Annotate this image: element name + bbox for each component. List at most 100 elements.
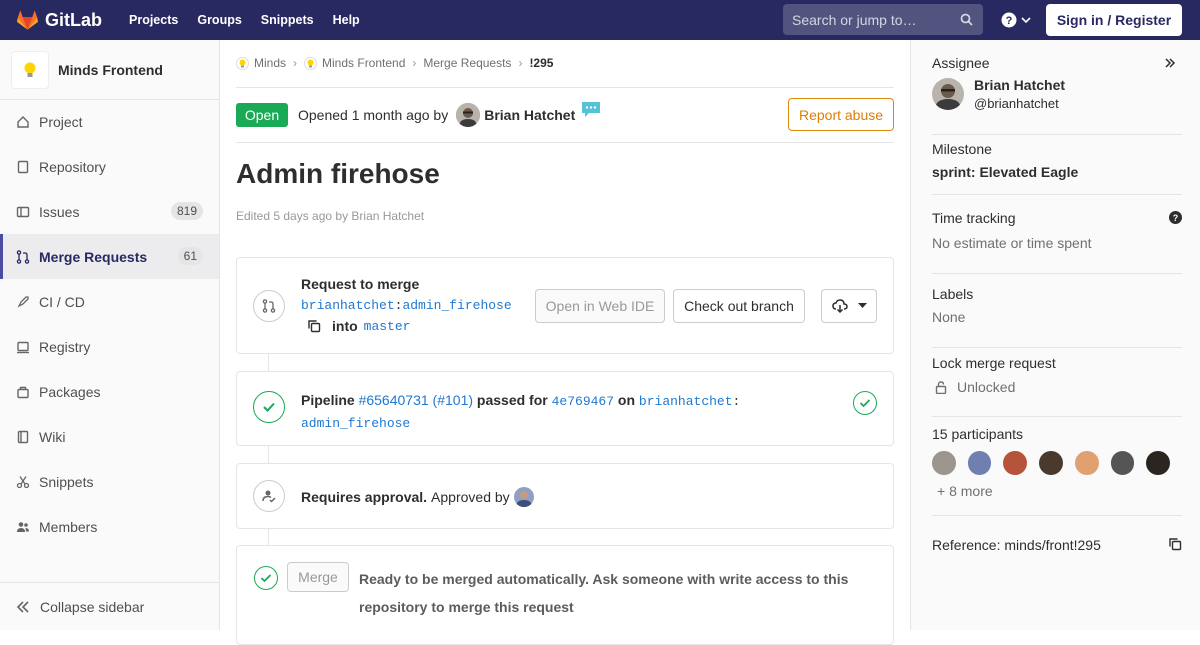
pipeline-id-link[interactable]: #65640731	[359, 392, 429, 408]
sidebar-item-merge-requests[interactable]: Merge Requests 61	[0, 234, 219, 279]
milestone-title: Milestone	[932, 141, 992, 157]
participants-list	[932, 451, 1182, 475]
breadcrumb-minds[interactable]: Minds	[254, 56, 286, 70]
sign-in-button[interactable]: Sign in / Register	[1046, 4, 1182, 36]
help-dropdown[interactable]: ?	[1001, 12, 1031, 28]
caret-down-icon	[857, 303, 867, 308]
request-heading: Request to merge	[301, 276, 420, 292]
search-input[interactable]: Search or jump to…	[783, 4, 983, 35]
sidebar-item-label: Project	[39, 113, 83, 130]
participant-avatar[interactable]	[967, 451, 992, 475]
home-icon	[16, 115, 30, 129]
right-sidebar: Assignee Brian Hatchet @brianhatchet Mil…	[910, 40, 1200, 630]
assignee-avatar[interactable]	[932, 78, 964, 110]
lock-title: Lock merge request	[932, 355, 1056, 371]
sidebar-item-label: Snippets	[39, 473, 94, 490]
sidebar-item-project[interactable]: Project	[0, 99, 219, 144]
merge-widget: Merge Ready to be merged automatically. …	[236, 545, 894, 645]
approver-avatar[interactable]	[513, 487, 534, 507]
participant-avatar[interactable]	[1146, 451, 1171, 475]
milestone-value[interactable]: sprint: Elevated Eagle	[932, 164, 1182, 180]
book-icon	[16, 430, 30, 444]
sidebar-item-ci-cd[interactable]: CI / CD	[0, 279, 219, 324]
project-avatar	[11, 50, 49, 89]
project-header[interactable]: Minds Frontend	[0, 40, 219, 100]
status-badge: Open	[236, 103, 288, 127]
pipeline-branch-user-link[interactable]: brianhatchet	[639, 394, 733, 409]
lock-value: Unlocked	[957, 379, 1016, 395]
gitlab-logo[interactable]: GitLab	[16, 9, 102, 31]
timeline-connector	[268, 446, 269, 463]
sidebar-item-packages[interactable]: Packages	[0, 369, 219, 414]
sidebar-item-label: Repository	[39, 158, 106, 175]
sidebar-item-issues[interactable]: Issues 819	[0, 189, 219, 234]
question-icon[interactable]: ?	[1169, 211, 1182, 224]
nav-groups[interactable]: Groups	[197, 13, 241, 27]
into-label: into	[332, 318, 358, 334]
sidebar-item-wiki[interactable]: Wiki	[0, 414, 219, 459]
divider	[236, 87, 894, 88]
open-web-ide-button[interactable]: Open in Web IDE	[535, 289, 665, 323]
status-success-icon[interactable]	[253, 391, 285, 423]
more-participants-link[interactable]: + 8 more	[937, 483, 1182, 499]
merge-button[interactable]: Merge	[287, 562, 349, 592]
timeline-connector	[268, 529, 269, 545]
pipeline-widget: Pipeline #65640731 (#101) passed for 4e7…	[236, 371, 894, 446]
search-placeholder: Search or jump to…	[792, 11, 917, 28]
report-abuse-button[interactable]: Report abuse	[788, 98, 894, 131]
time-tracking-section: Time tracking ? No estimate or time spen…	[932, 210, 1182, 274]
sidebar-item-members[interactable]: Members	[0, 504, 219, 549]
nav-help[interactable]: Help	[333, 13, 360, 27]
sidebar-item-label: CI / CD	[39, 293, 85, 310]
sidebar-item-label: Packages	[39, 383, 101, 400]
collapse-right-icon[interactable]	[1164, 57, 1176, 69]
collapse-sidebar-button[interactable]: Collapse sidebar	[0, 582, 219, 630]
divider	[236, 142, 894, 143]
commit-link[interactable]: 4e769467	[552, 394, 614, 409]
participant-avatar[interactable]	[1039, 451, 1063, 475]
nav-snippets[interactable]: Snippets	[261, 13, 314, 27]
assignee-name[interactable]: Brian Hatchet	[974, 77, 1065, 93]
pipeline-branch-link[interactable]: admin_firehose	[301, 416, 410, 431]
nav-links: Projects Groups Snippets Help	[129, 13, 379, 27]
merge-request-icon	[253, 290, 285, 322]
group-avatar-icon	[236, 56, 249, 70]
target-branch-link[interactable]: master	[364, 319, 411, 334]
copy-icon[interactable]	[1168, 537, 1182, 551]
gitlab-tanuki-icon	[16, 10, 39, 30]
breadcrumb-mr-id[interactable]: !295	[529, 56, 553, 70]
participant-avatar[interactable]	[1110, 451, 1135, 475]
issues-icon	[16, 205, 30, 219]
author-avatar[interactable]	[456, 103, 481, 127]
participant-avatar[interactable]	[1003, 451, 1028, 475]
sidebar-item-repository[interactable]: Repository	[0, 144, 219, 189]
copy-icon[interactable]	[307, 319, 321, 333]
chevron-down-icon	[1021, 17, 1031, 24]
source-user-link[interactable]: brianhatchet	[301, 298, 395, 313]
pipeline-iid-link[interactable]: (#101)	[433, 392, 473, 408]
breadcrumb-merge-requests[interactable]: Merge Requests	[423, 56, 511, 70]
sidebar-item-registry[interactable]: Registry	[0, 324, 219, 369]
check-out-branch-button[interactable]: Check out branch	[673, 289, 805, 323]
sidebar-item-snippets[interactable]: Snippets	[0, 459, 219, 504]
breadcrumb-minds-frontend[interactable]: Minds Frontend	[322, 56, 405, 70]
participant-avatar[interactable]	[1074, 451, 1099, 475]
cloud-download-icon	[831, 299, 848, 313]
stage-success-icon[interactable]	[853, 391, 877, 415]
page-title: Admin firehose	[236, 158, 440, 189]
download-dropdown-button[interactable]	[821, 289, 877, 323]
source-branch-link[interactable]: admin_firehose	[402, 298, 511, 313]
pipeline-label: Pipeline	[301, 392, 355, 408]
sidebar-item-label: Merge Requests	[39, 248, 148, 265]
rocket-icon	[16, 295, 30, 309]
package-icon	[16, 385, 30, 399]
nav-projects[interactable]: Projects	[129, 13, 178, 27]
top-navbar: GitLab Projects Groups Snippets Help Sea…	[0, 0, 1200, 40]
double-chevron-left-icon	[16, 600, 29, 613]
lock-status: Unlocked	[932, 379, 1182, 395]
sidebar-item-label: Issues	[39, 203, 80, 220]
scissors-icon	[16, 475, 30, 489]
participant-avatar[interactable]	[932, 451, 956, 475]
author-name[interactable]: Brian Hatchet	[484, 107, 575, 123]
merge-requests-count-badge: 61	[177, 247, 203, 265]
